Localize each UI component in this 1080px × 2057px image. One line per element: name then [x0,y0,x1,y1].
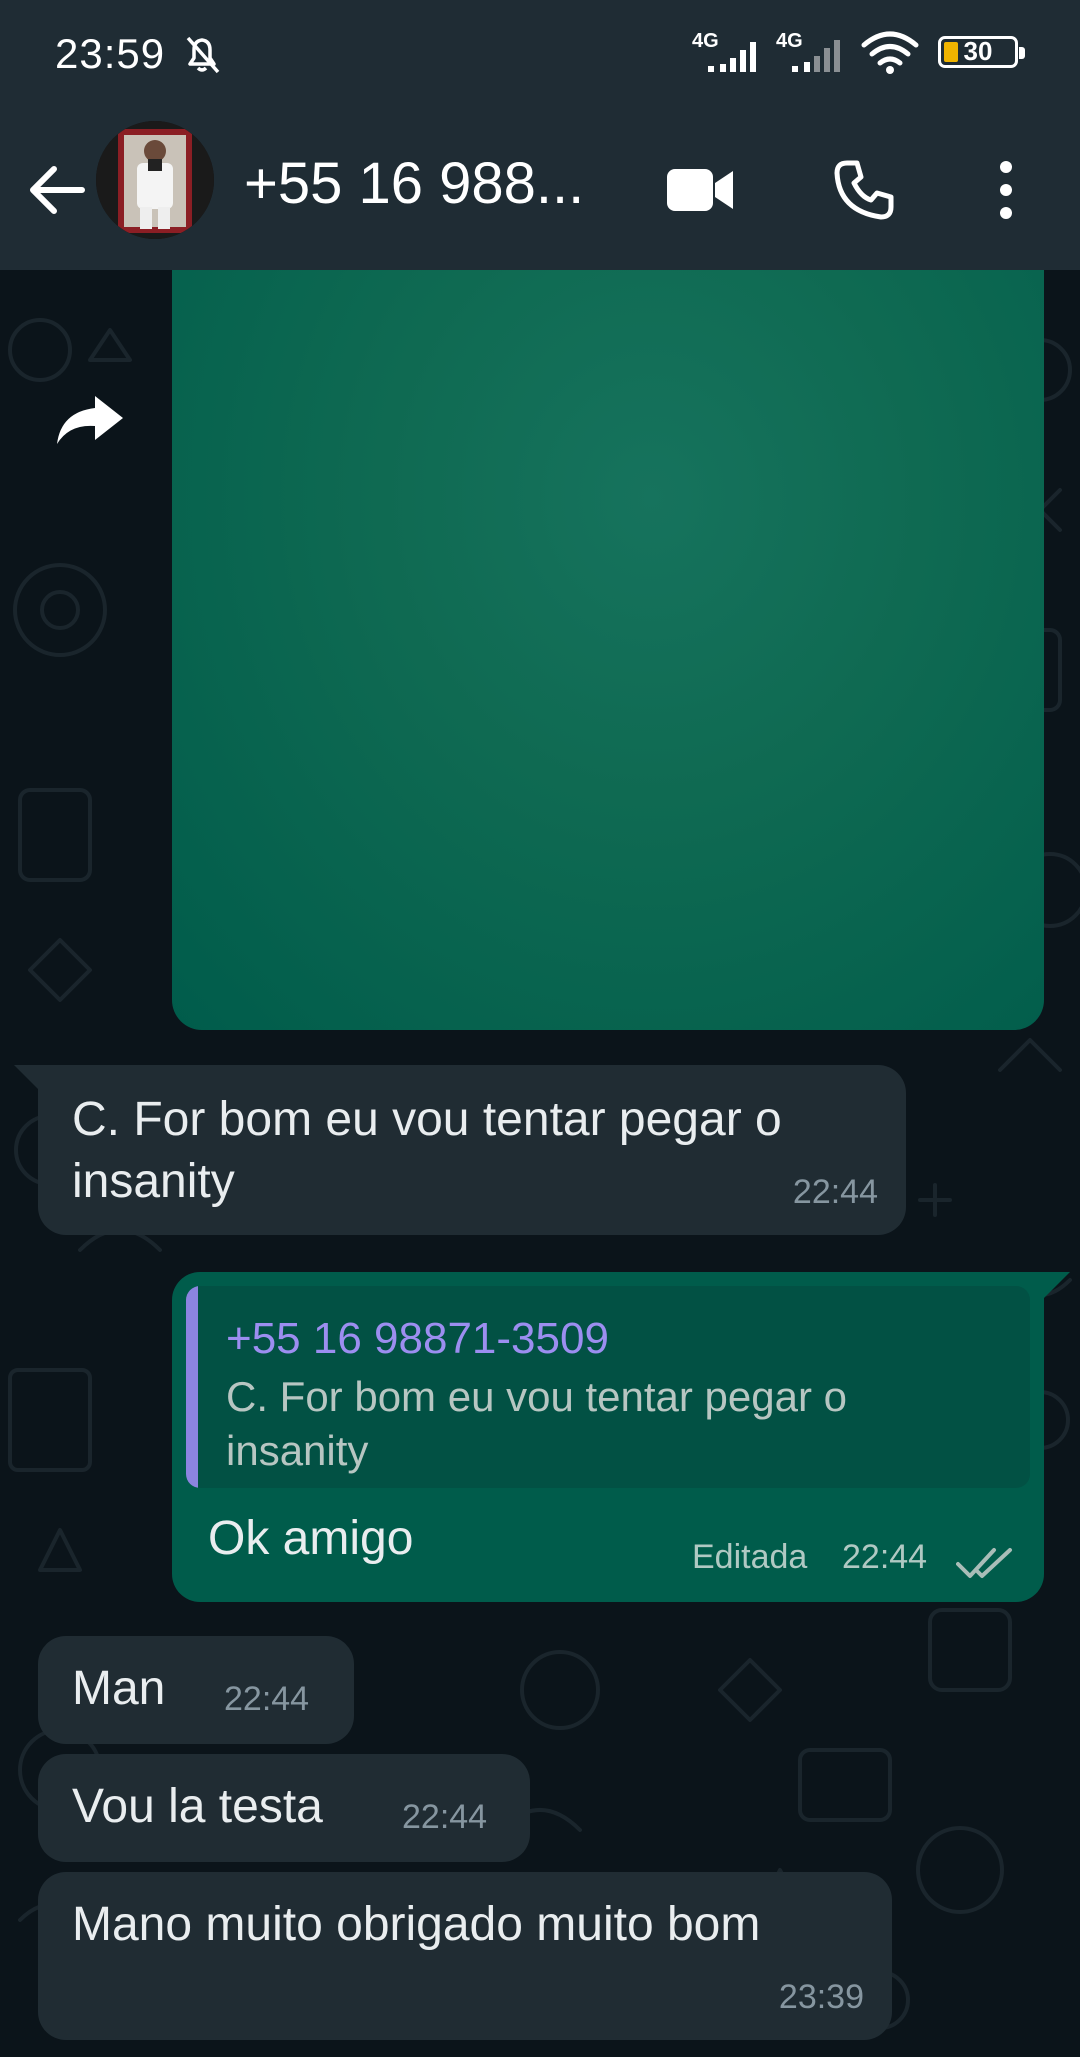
message-time: 23:39 [778,1978,864,2016]
incoming-message[interactable]: Man 22:44 [38,1636,354,1744]
message-text: Vou la testa [72,1780,323,1833]
chat-screen: 23:59 4G 4G 30 +55 16 988... C. For bom … [0,0,1080,2057]
contact-avatar[interactable] [96,121,214,239]
battery-icon: 30 [938,36,1025,68]
back-arrow-icon [30,166,85,214]
message-text: Mano muito obrigado muito bom [72,1898,761,1951]
quoted-text: C. For bom eu vou tentar pegar o insanit… [226,1373,847,1474]
message-text: Man [72,1662,166,1715]
double-check-icon [956,1548,1012,1578]
quoted-author: +55 16 98871-3509 [226,1314,609,1363]
bubble-tail [14,1065,40,1091]
edited-label: Editada [692,1538,808,1576]
back-button[interactable] [22,150,92,230]
quoted-message[interactable]: +55 16 98871-3509 C. For bom eu vou tent… [186,1286,1030,1488]
voice-call-button[interactable] [824,150,904,230]
incoming-message[interactable]: C. For bom eu vou tentar pegar o insanit… [38,1065,906,1235]
status-icons: 4G 4G 30 [692,28,1025,76]
video-call-icon [667,169,733,211]
message-time: 22:44 [842,1538,928,1576]
more-options-icon [1000,161,1012,219]
status-time: 23:59 [55,30,166,77]
contact-name[interactable]: +55 16 988... [244,150,584,217]
message-time: 22:44 [792,1173,878,1211]
incoming-message[interactable]: Vou la testa 22:44 [38,1754,530,1862]
message-time: 22:44 [402,1798,488,1836]
forward-icon [57,396,123,444]
more-options-button[interactable] [966,150,1046,230]
phone-call-icon [834,160,894,220]
message-text: Ok amigo [208,1512,414,1565]
signal-strength-icon: 4G [692,28,762,76]
chat-header: +55 16 988... [0,110,1080,270]
signal-strength-icon: 4G [776,28,846,76]
quote-accent-bar [186,1286,198,1488]
outgoing-reply-message[interactable]: +55 16 98871-3509 C. For bom eu vou tent… [172,1272,1044,1602]
incoming-message[interactable]: Mano muito obrigado muito bom 23:39 [38,1872,892,2040]
image-message[interactable] [172,270,1044,1030]
bubble-tail [1044,1272,1070,1298]
status-bar: 23:59 4G 4G 30 [0,0,1080,110]
message-text: C. For bom eu vou tentar pegar o insanit… [72,1093,782,1208]
video-call-button[interactable] [660,150,740,230]
muted-bell-icon [186,36,220,74]
wifi-icon [861,31,919,74]
forward-button[interactable] [48,378,132,462]
message-time: 22:44 [224,1680,310,1718]
